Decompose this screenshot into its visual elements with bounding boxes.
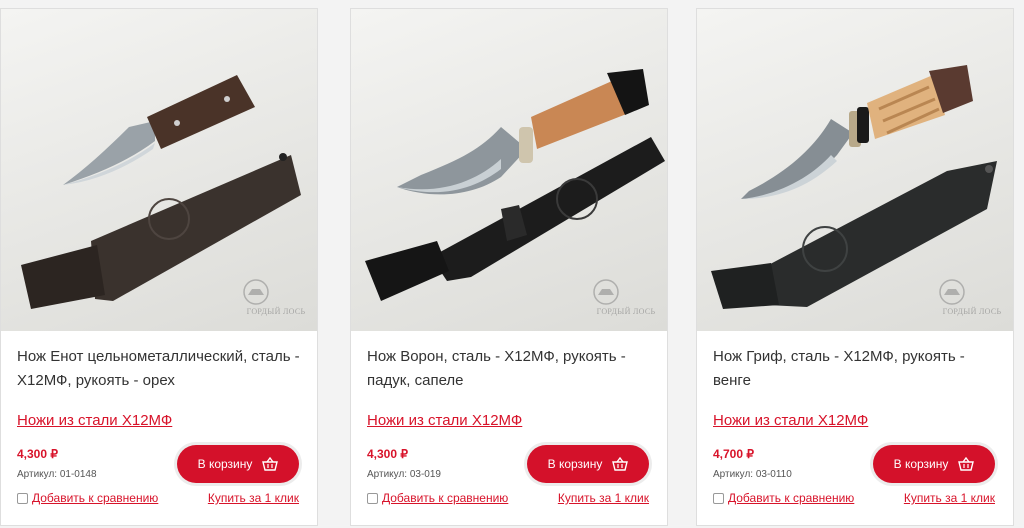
product-card: ГОРДЫЙ ЛОСЬ Нож Енот цельнометаллический… — [0, 8, 318, 526]
compare-checkbox[interactable] — [367, 492, 378, 504]
compare-toggle[interactable]: Добавить к сравнению — [17, 491, 158, 505]
add-to-cart-label: В корзину — [197, 457, 253, 471]
product-price: 4,700 ₽ — [713, 447, 754, 461]
category-link[interactable]: Ножи из стали Х12МФ — [367, 412, 522, 429]
compare-label[interactable]: Добавить к сравнению — [32, 491, 158, 505]
basket-icon — [262, 457, 279, 471]
add-to-cart-button[interactable]: В корзину — [527, 445, 649, 483]
category-link[interactable]: Ножи из стали Х12МФ — [713, 412, 868, 429]
watermark-text: ГОРДЫЙ ЛОСЬ — [246, 307, 306, 316]
brand-watermark: ГОРДЫЙ ЛОСЬ — [241, 279, 311, 323]
product-image[interactable]: ГОРДЫЙ ЛОСЬ — [1, 9, 317, 331]
buy-one-click-link[interactable]: Купить за 1 клик — [904, 491, 995, 505]
brand-watermark: ГОРДЫЙ ЛОСЬ — [591, 279, 661, 323]
product-card: ГОРДЫЙ ЛОСЬ Нож Гриф, сталь - Х12МФ, рук… — [696, 8, 1014, 526]
compare-toggle[interactable]: Добавить к сравнению — [713, 491, 854, 505]
product-price: 4,300 ₽ — [367, 447, 408, 461]
product-sku: Артикул: 03-019 — [367, 469, 441, 480]
compare-label[interactable]: Добавить к сравнению — [728, 491, 854, 505]
product-sku: Артикул: 03-0110 — [713, 469, 792, 480]
compare-checkbox[interactable] — [713, 492, 724, 504]
moose-logo-icon — [593, 279, 619, 305]
add-to-cart-label: В корзину — [547, 457, 603, 471]
product-price: 4,300 ₽ — [17, 447, 58, 461]
compare-toggle[interactable]: Добавить к сравнению — [367, 491, 508, 505]
add-to-cart-button[interactable]: В корзину — [177, 445, 299, 483]
buy-one-click-link[interactable]: Купить за 1 клик — [208, 491, 299, 505]
category-link[interactable]: Ножи из стали Х12МФ — [17, 412, 172, 429]
product-card: ГОРДЫЙ ЛОСЬ Нож Ворон, сталь - Х12МФ, ру… — [350, 8, 668, 526]
watermark-text: ГОРДЫЙ ЛОСЬ — [942, 307, 1002, 316]
watermark-text: ГОРДЫЙ ЛОСЬ — [596, 307, 656, 316]
buy-one-click-link[interactable]: Купить за 1 клик — [558, 491, 649, 505]
basket-icon — [612, 457, 629, 471]
product-sku: Артикул: 01-0148 — [17, 469, 97, 480]
brand-watermark: ГОРДЫЙ ЛОСЬ — [937, 279, 1007, 323]
moose-logo-icon — [939, 279, 965, 305]
basket-icon — [958, 457, 975, 471]
product-title[interactable]: Нож Енот цельнометаллический, сталь - Х1… — [17, 345, 307, 393]
product-title[interactable]: Нож Ворон, сталь - Х12МФ, рукоять - паду… — [367, 345, 657, 393]
product-title[interactable]: Нож Гриф, сталь - Х12МФ, рукоять - венге — [713, 345, 1003, 393]
compare-label[interactable]: Добавить к сравнению — [382, 491, 508, 505]
compare-checkbox[interactable] — [17, 492, 28, 504]
moose-logo-icon — [243, 279, 269, 305]
product-image[interactable]: ГОРДЫЙ ЛОСЬ — [697, 9, 1013, 331]
add-to-cart-label: В корзину — [893, 457, 949, 471]
add-to-cart-button[interactable]: В корзину — [873, 445, 995, 483]
product-image[interactable]: ГОРДЫЙ ЛОСЬ — [351, 9, 667, 331]
